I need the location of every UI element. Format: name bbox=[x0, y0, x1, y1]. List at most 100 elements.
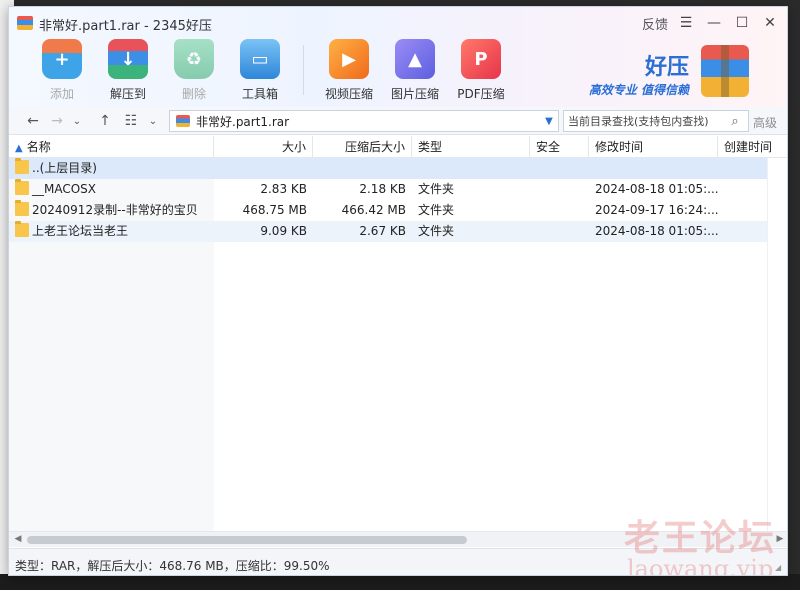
column-header-name-label: 名称 bbox=[26, 140, 51, 154]
video-compress-label: 视频压缩 bbox=[324, 87, 373, 101]
extract-label: 解压到 bbox=[109, 87, 146, 101]
video-compress-icon: ▶ bbox=[329, 39, 369, 79]
add-button[interactable]: + 添加 bbox=[29, 37, 95, 103]
cell-packed-size: 2.18 KB bbox=[359, 182, 406, 196]
column-header-security[interactable]: 安全 bbox=[530, 136, 589, 158]
up-arrow-icon[interactable]: ↑ bbox=[95, 111, 115, 131]
column-header-name[interactable]: ▲ 名称 bbox=[9, 136, 214, 158]
cell-size: 2.83 KB bbox=[260, 182, 307, 196]
forward-arrow-icon[interactable]: → bbox=[47, 111, 67, 131]
toolbox-icon: ▭ bbox=[240, 39, 280, 79]
add-label: 添加 bbox=[49, 87, 74, 101]
title-bar[interactable]: 非常好.part1.rar - 2345好压 反馈 ☰ — ☐ ✕ bbox=[9, 7, 787, 37]
view-mode-icon[interactable]: ☷ bbox=[121, 111, 141, 131]
header: 非常好.part1.rar - 2345好压 反馈 ☰ — ☐ ✕ + 添加 ↓… bbox=[9, 7, 787, 107]
view-mode-dropdown-icon[interactable]: ⌄ bbox=[143, 111, 163, 131]
image-compress-label: 图片压缩 bbox=[390, 87, 439, 101]
cell-modified: 2024-08-18 01:05:... bbox=[595, 224, 718, 238]
image-compress-button[interactable]: ▲ 图片压缩 bbox=[382, 37, 448, 103]
feedback-button[interactable]: 反馈 bbox=[639, 11, 671, 35]
scrollbar-thumb[interactable] bbox=[27, 536, 467, 544]
address-bar[interactable]: 非常好.part1.rar ▼ bbox=[169, 110, 559, 132]
cell-modified: 2024-09-17 16:24:... bbox=[595, 203, 718, 217]
delete-button[interactable]: ♻ 删除 bbox=[161, 37, 227, 103]
brand-slogan: 高效专业 值得信赖 bbox=[588, 83, 689, 97]
folder-icon bbox=[15, 179, 29, 195]
cell-type: 文件夹 bbox=[418, 224, 455, 238]
search-icon[interactable]: ⌕ bbox=[724, 114, 746, 129]
brand-name: 好压 bbox=[644, 55, 689, 80]
table-row[interactable]: 上老王论坛当老王 9.09 KB 2.67 KB 文件夹 2024-08-18 … bbox=[9, 221, 787, 242]
delete-label: 删除 bbox=[181, 87, 206, 101]
pdf-compress-label: PDF压缩 bbox=[457, 87, 505, 101]
archive-icon bbox=[176, 115, 190, 127]
table-header: ▲ 名称 大小 压缩后大小 类型 安全 修改时间 创建时间 bbox=[9, 136, 787, 158]
add-archive-icon: + bbox=[42, 39, 82, 79]
toolbar: + 添加 ↓ 解压到 ♻ 删除 ▭ 工具箱 ▶ 视频压缩 ▲ 图片压缩 P PD… bbox=[29, 37, 514, 105]
cell-packed-size: 466.42 MB bbox=[341, 203, 406, 217]
cell-name: __MACOSX bbox=[9, 179, 214, 200]
column-header-modified[interactable]: 修改时间 bbox=[589, 136, 718, 158]
row-name-text: ..(上层目录) bbox=[32, 161, 97, 175]
column-header-type[interactable]: 类型 bbox=[412, 136, 530, 158]
app-logo-icon bbox=[17, 16, 33, 30]
hamburger-icon[interactable]: ☰ bbox=[673, 11, 699, 35]
pdf-compress-icon: P bbox=[461, 39, 501, 79]
folder-icon bbox=[15, 158, 29, 174]
address-path: 非常好.part1.rar bbox=[196, 114, 290, 129]
back-arrow-icon[interactable]: ← bbox=[23, 111, 43, 131]
window-controls: 反馈 ☰ — ☐ ✕ bbox=[639, 11, 783, 35]
column-header-size[interactable]: 大小 bbox=[214, 136, 313, 158]
address-dropdown-icon[interactable]: ▼ bbox=[540, 116, 558, 127]
window-title: 非常好.part1.rar - 2345好压 bbox=[39, 19, 212, 34]
toolbox-label: 工具箱 bbox=[241, 87, 278, 101]
toolbox-button[interactable]: ▭ 工具箱 bbox=[227, 37, 293, 103]
table-row[interactable]: __MACOSX 2.83 KB 2.18 KB 文件夹 2024-08-18 … bbox=[9, 179, 787, 200]
folder-icon bbox=[15, 221, 29, 237]
cell-packed-size: 2.67 KB bbox=[359, 224, 406, 238]
cell-size: 9.09 KB bbox=[260, 224, 307, 238]
watermark-chinese: 老王论坛 bbox=[624, 517, 777, 559]
toolbar-divider bbox=[303, 45, 304, 95]
image-compress-icon: ▲ bbox=[395, 39, 435, 79]
vertical-scrollbar[interactable] bbox=[767, 158, 787, 531]
advanced-search-link[interactable]: 高级 bbox=[753, 114, 777, 131]
pdf-compress-button[interactable]: P PDF压缩 bbox=[448, 37, 514, 103]
video-compress-button[interactable]: ▶ 视频压缩 bbox=[316, 37, 382, 103]
row-name-text: __MACOSX bbox=[32, 182, 97, 196]
recycle-bin-icon: ♻ bbox=[174, 39, 214, 79]
column-header-created[interactable]: 创建时间 bbox=[718, 136, 787, 158]
scroll-left-icon[interactable]: ◀ bbox=[11, 534, 25, 546]
column-header-packed-size[interactable]: 压缩后大小 bbox=[313, 136, 412, 158]
row-name-text: 20240912录制--非常好的宝贝 bbox=[32, 203, 198, 217]
row-name-text: 上老王论坛当老王 bbox=[32, 224, 129, 238]
cell-name: 20240912录制--非常好的宝贝 bbox=[9, 200, 214, 221]
app-window: 非常好.part1.rar - 2345好压 反馈 ☰ — ☐ ✕ + 添加 ↓… bbox=[8, 6, 788, 576]
navigation-bar: ← → ⌄ ↑ ☷ ⌄ 非常好.part1.rar ▼ ⌕ 高级 bbox=[9, 107, 787, 135]
cell-modified: 2024-08-18 01:05:... bbox=[595, 182, 718, 196]
history-dropdown-icon[interactable]: ⌄ bbox=[67, 111, 87, 131]
cell-name: 上老王论坛当老王 bbox=[9, 221, 214, 242]
file-list: ▲ 名称 大小 压缩后大小 类型 安全 修改时间 创建时间 ..(上层目录) __… bbox=[9, 136, 787, 531]
extract-archive-icon: ↓ bbox=[108, 39, 148, 79]
desktop-taskbar-strip bbox=[0, 574, 800, 590]
brand-area: 好压 高效专业 值得信赖 bbox=[589, 41, 775, 101]
cell-name: ..(上层目录) bbox=[9, 158, 214, 179]
minimize-icon[interactable]: — bbox=[701, 11, 727, 35]
cell-size: 468.75 MB bbox=[242, 203, 307, 217]
table-row[interactable]: 20240912录制--非常好的宝贝 468.75 MB 466.42 MB 文… bbox=[9, 200, 787, 221]
table-row[interactable]: ..(上层目录) bbox=[9, 158, 787, 179]
folder-icon bbox=[15, 200, 29, 216]
search-box: ⌕ bbox=[563, 110, 749, 132]
sort-ascending-icon: ▲ bbox=[15, 143, 23, 154]
cell-type: 文件夹 bbox=[418, 203, 455, 217]
search-input[interactable] bbox=[564, 111, 724, 131]
resize-grip-icon[interactable]: ◢ bbox=[775, 563, 785, 573]
brand-logo-icon bbox=[701, 45, 749, 97]
close-icon[interactable]: ✕ bbox=[757, 11, 783, 35]
watermark-url: laowang.vip bbox=[627, 555, 774, 576]
extract-button[interactable]: ↓ 解压到 bbox=[95, 37, 161, 103]
status-text: 类型：RAR，解压后大小：468.76 MB，压缩比：99.50% bbox=[15, 559, 330, 573]
cell-type: 文件夹 bbox=[418, 182, 455, 196]
maximize-icon[interactable]: ☐ bbox=[729, 11, 755, 35]
